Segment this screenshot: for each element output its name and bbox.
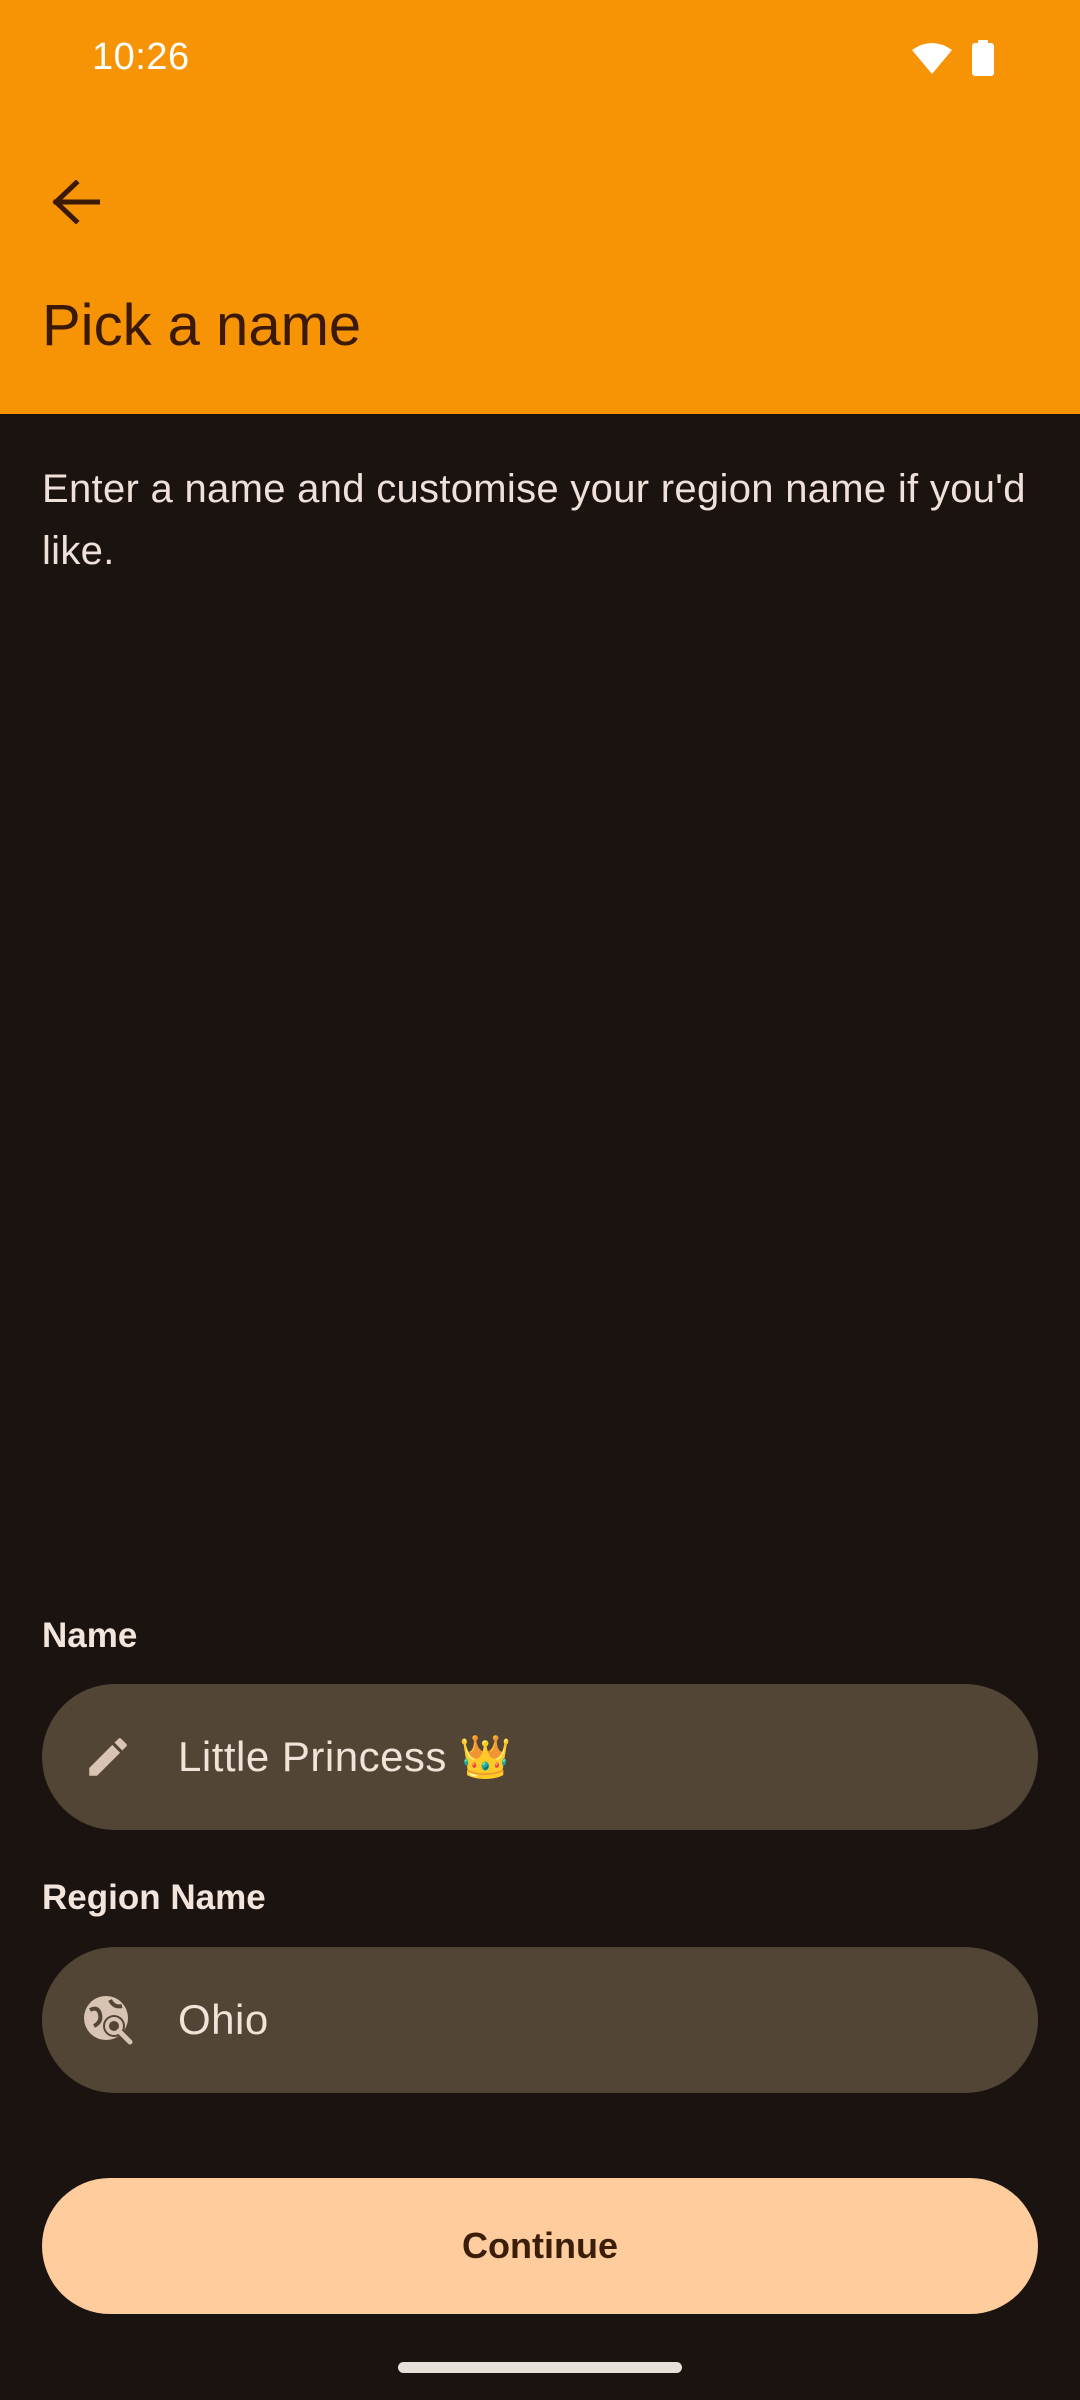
continue-button[interactable]: Continue <box>42 2178 1038 2314</box>
page-title: Pick a name <box>42 293 362 358</box>
pencil-icon <box>78 1727 138 1787</box>
region-name-field[interactable]: Ohio <box>42 1947 1038 2093</box>
battery-icon <box>972 40 994 81</box>
description-text: Enter a name and customise your region n… <box>42 467 1026 573</box>
name-field-value: Little Princess 👑 <box>178 1732 512 1780</box>
name-label: Name <box>42 1616 138 1655</box>
home-indicator[interactable] <box>398 2362 682 2373</box>
status-icons <box>912 40 994 81</box>
back-button[interactable] <box>38 166 114 242</box>
app-header: 10:26 Pick a name <box>0 0 1080 414</box>
arrow-back-icon <box>52 178 101 229</box>
name-field[interactable]: Little Princess 👑 <box>42 1684 1038 1830</box>
wifi-icon <box>912 42 952 79</box>
region-name-field-value: Ohio <box>178 1996 269 2043</box>
status-time: 10:26 <box>92 36 190 78</box>
globe-search-icon <box>78 1990 138 2050</box>
region-name-label: Region Name <box>42 1878 266 1917</box>
